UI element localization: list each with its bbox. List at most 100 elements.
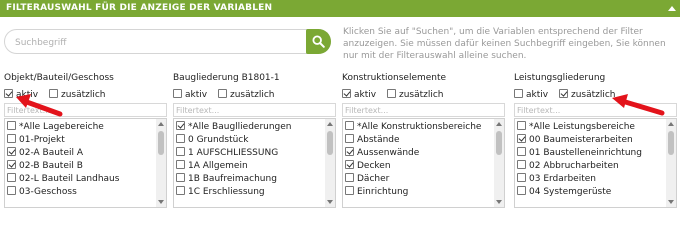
item-label: 00 Baumeisterarbeiten — [529, 135, 633, 145]
list-item[interactable]: 01-Projekt — [7, 134, 157, 147]
list-item[interactable]: Einrichtung — [345, 186, 495, 199]
aktiv-option[interactable]: aktiv — [173, 89, 207, 100]
zusaetzlich-checkbox[interactable] — [386, 89, 396, 98]
item-label: 01-Projekt — [19, 135, 65, 145]
item-checkbox[interactable] — [345, 160, 354, 169]
list-item[interactable]: 01 Baustelleneinrichtung — [517, 147, 667, 160]
list-item[interactable]: 0 Grundstück — [176, 134, 326, 147]
list-item[interactable]: Aussenwände — [345, 147, 495, 160]
item-label: 0 Grundstück — [188, 135, 249, 145]
aktiv-label: aktiv — [526, 90, 549, 100]
zusaetzlich-option[interactable]: zusätzlich — [217, 89, 275, 100]
list-item[interactable]: *Alle Lagebereiche — [7, 121, 157, 134]
item-checkbox[interactable] — [345, 134, 354, 143]
item-checkbox[interactable] — [7, 160, 16, 169]
list-item[interactable]: 00 Baumeisterarbeiten — [517, 134, 667, 147]
item-label: 1B Baufreimachung — [188, 174, 277, 184]
item-checkbox[interactable] — [345, 147, 354, 156]
zusaetzlich-option[interactable]: zusätzlich — [558, 89, 616, 100]
list-item[interactable]: 02 Abbrucharbeiten — [517, 160, 667, 173]
scroll-down-icon[interactable] — [327, 200, 333, 204]
list-item[interactable]: *Alle Leistungsbereiche — [517, 121, 667, 134]
scroll-thumb[interactable] — [327, 131, 333, 155]
list-item[interactable]: *Alle Konstruktionsbereiche — [345, 121, 495, 134]
options-listbox[interactable]: *Alle Lagebereiche 01-Projekt 02-A Bauteil… — [4, 118, 167, 208]
item-checkbox[interactable] — [7, 147, 16, 156]
item-checkbox[interactable] — [517, 173, 526, 182]
scroll-thumb[interactable] — [496, 131, 502, 155]
scroll-up-icon[interactable] — [668, 122, 674, 126]
scroll-thumb[interactable] — [668, 131, 674, 155]
item-label: 1 AUFSCHLIESSUNG — [188, 148, 279, 158]
item-checkbox[interactable] — [7, 173, 16, 182]
scrollbar[interactable] — [325, 119, 335, 207]
item-checkbox[interactable] — [176, 186, 185, 195]
options-listbox[interactable]: *Alle Bauglliederungen 0 Grundstück 1 AUFS… — [173, 118, 336, 208]
list-item[interactable]: Dächer — [345, 173, 495, 186]
annotation-arrow-icon — [16, 94, 63, 117]
filter-text-input[interactable] — [173, 103, 336, 117]
item-checkbox[interactable] — [176, 134, 185, 143]
scrollbar[interactable] — [156, 119, 166, 207]
scroll-up-icon[interactable] — [158, 122, 164, 126]
filter-panel-header[interactable]: FILTERAUSWAHL FÜR DIE ANZEIGE DER VARIAB… — [0, 0, 680, 17]
zusaetzlich-checkbox[interactable] — [217, 89, 227, 98]
zusaetzlich-option[interactable]: zusätzlich — [386, 89, 444, 100]
item-label: *Alle Bauglliederungen — [188, 122, 292, 132]
aktiv-checkbox[interactable] — [342, 89, 351, 98]
aktiv-checkbox[interactable] — [4, 89, 13, 98]
zusaetzlich-checkbox[interactable] — [558, 89, 568, 98]
scroll-up-icon[interactable] — [327, 122, 333, 126]
zusaetzlich-label: zusätzlich — [229, 90, 275, 100]
list-item[interactable]: *Alle Bauglliederungen — [176, 121, 326, 134]
item-checkbox[interactable] — [345, 121, 354, 130]
item-checkbox[interactable] — [345, 173, 354, 182]
list-item[interactable]: 1A Allgemein — [176, 160, 326, 173]
list-item[interactable]: 03 Erdarbeiten — [517, 173, 667, 186]
zusaetzlich-label: zusätzlich — [398, 90, 444, 100]
scrollbar[interactable] — [494, 119, 504, 207]
scroll-up-icon[interactable] — [496, 122, 502, 126]
list-item[interactable]: Decken — [345, 160, 495, 173]
scroll-down-icon[interactable] — [668, 200, 674, 204]
scroll-thumb[interactable] — [158, 131, 164, 155]
item-checkbox[interactable] — [7, 186, 16, 195]
item-checkbox[interactable] — [176, 173, 185, 182]
list-item[interactable]: Abstände — [345, 134, 495, 147]
filter-text-input[interactable] — [342, 103, 505, 117]
options-listbox[interactable]: *Alle Leistungsbereiche 00 Baumeisterarbe… — [514, 118, 677, 208]
search-input[interactable] — [15, 36, 295, 49]
aktiv-checkbox[interactable] — [173, 89, 182, 98]
aktiv-option[interactable]: aktiv — [514, 89, 548, 100]
search-button[interactable] — [306, 29, 331, 54]
scroll-down-icon[interactable] — [496, 200, 502, 204]
item-label: *Alle Konstruktionsbereiche — [357, 122, 482, 132]
list-item[interactable]: 03-Geschoss — [7, 186, 157, 199]
item-checkbox[interactable] — [345, 186, 354, 195]
list-item[interactable]: 1B Baufreimachung — [176, 173, 326, 186]
item-checkbox[interactable] — [7, 134, 16, 143]
item-checkbox[interactable] — [176, 121, 185, 130]
item-checkbox[interactable] — [176, 147, 185, 156]
item-label: *Alle Leistungsbereiche — [529, 122, 635, 132]
list-item[interactable]: 04 Systemgerüste — [517, 186, 667, 199]
scroll-down-icon[interactable] — [158, 200, 164, 204]
list-item[interactable]: 02-A Bauteil A — [7, 147, 157, 160]
item-checkbox[interactable] — [517, 186, 526, 195]
aktiv-checkbox[interactable] — [514, 89, 523, 98]
item-checkbox[interactable] — [517, 147, 526, 156]
collapse-icon[interactable] — [668, 6, 676, 11]
list-item[interactable]: 1C Erschliessung — [176, 186, 326, 199]
item-checkbox[interactable] — [176, 160, 185, 169]
list-item[interactable]: 1 AUFSCHLIESSUNG — [176, 147, 326, 160]
aktiv-option[interactable]: aktiv — [342, 89, 376, 100]
item-checkbox[interactable] — [517, 160, 526, 169]
item-label: 04 Systemgerüste — [529, 187, 612, 197]
options-listbox[interactable]: *Alle Konstruktionsbereiche Abstände Ausse… — [342, 118, 505, 208]
scrollbar[interactable] — [666, 119, 676, 207]
item-checkbox[interactable] — [517, 134, 526, 143]
list-item[interactable]: 02-B Bauteil B — [7, 160, 157, 173]
item-checkbox[interactable] — [7, 121, 16, 130]
item-checkbox[interactable] — [517, 121, 526, 130]
list-item[interactable]: 02-L Bauteil Landhaus — [7, 173, 157, 186]
